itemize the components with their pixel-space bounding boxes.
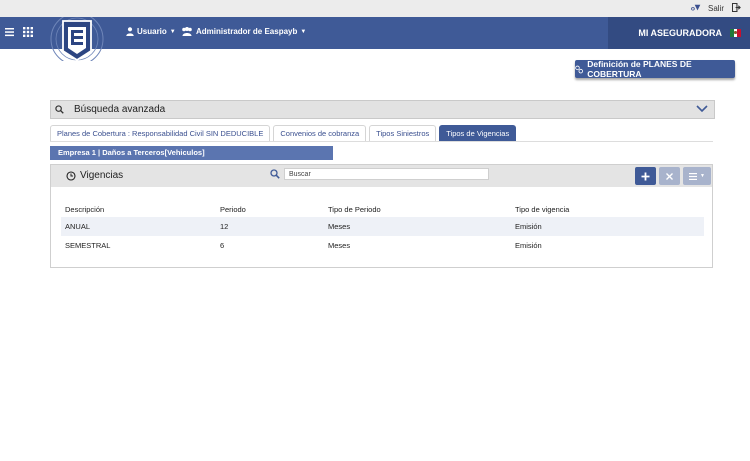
app-logo[interactable] (50, 17, 104, 61)
cell-description: SEMESTRAL (65, 241, 111, 250)
tabs-divider (50, 141, 713, 142)
panel-title: Vigencias (66, 170, 123, 181)
coverage-plans-definition-label: Definición de PLANES DE COBERTURA (587, 59, 692, 79)
users-group-icon (182, 27, 192, 36)
add-button[interactable] (635, 167, 656, 185)
chevron-down-icon[interactable] (696, 104, 708, 113)
top-strip: ₒ▾ Salir (0, 0, 750, 17)
help-dropdown-icon[interactable]: ₒ▾ (691, 2, 700, 13)
search-icon (270, 169, 280, 179)
panel-title-text: Vigencias (80, 170, 124, 181)
panel-header: Vigencias ▼ (51, 165, 712, 187)
exit-link[interactable]: Salir (708, 4, 724, 13)
plus-icon (641, 172, 650, 180)
admin-menu[interactable]: Administrador de Easpayb ▼ (181, 27, 306, 36)
main-navbar: Usuario ▼ Administrador de Easpayb ▼ MI … (0, 17, 750, 49)
table-header: Descripción Periodo Tipo de Periodo Tipo… (61, 201, 704, 218)
cell-period: 6 (220, 241, 225, 250)
cell-period-type: Meses (328, 241, 351, 250)
cell-validity-type: Emisión (515, 241, 542, 250)
column-header-description[interactable]: Descripción (65, 205, 104, 214)
user-menu-label: Usuario (137, 27, 167, 36)
table-row[interactable]: ANUAL 12 Meses Emisión (61, 217, 704, 236)
table-row[interactable]: SEMESTRAL 6 Meses Emisión (61, 236, 704, 255)
validity-panel: Vigencias ▼ Descripción Periodo (50, 164, 713, 268)
tab-bar: Planes de Cobertura : Responsabilidad Ci… (50, 125, 517, 141)
options-menu-button[interactable]: ▼ (683, 167, 711, 185)
cell-validity-type: Emisión (515, 222, 542, 231)
admin-menu-label: Administrador de Easpayb (196, 27, 298, 36)
company-subtab[interactable]: Empresa 1 | Daños a Terceros[Vehiculos] (50, 146, 333, 160)
cell-period-type: Meses (328, 222, 351, 231)
user-menu[interactable]: Usuario ▼ (126, 27, 176, 36)
hamburger-menu-icon[interactable] (5, 27, 14, 37)
tab-collection-agreements[interactable]: Convenios de cobranza (273, 125, 367, 141)
cell-description: ANUAL (65, 222, 91, 231)
chevron-down-icon: ▼ (300, 28, 307, 35)
chevron-down-icon: ▼ (169, 28, 176, 35)
logout-icon[interactable] (732, 3, 741, 12)
chevron-down-icon: ▼ (700, 173, 705, 179)
delete-button[interactable] (659, 167, 680, 185)
tab-validity-types[interactable]: Tipos de Vigencias (439, 125, 517, 141)
column-header-period-type[interactable]: Tipo de Periodo (328, 205, 381, 214)
user-icon (126, 27, 134, 36)
settings-icon (575, 65, 584, 73)
cell-period: 12 (220, 222, 229, 231)
apps-grid-icon[interactable] (23, 27, 33, 37)
column-header-validity-type[interactable]: Tipo de vigencia (515, 205, 569, 214)
tab-claim-types[interactable]: Tipos Siniestros (369, 125, 437, 141)
search-input[interactable] (284, 168, 489, 180)
column-header-period[interactable]: Periodo (220, 205, 246, 214)
coverage-plans-definition-button[interactable]: Definición de PLANES DE COBERTURA (575, 59, 735, 79)
list-menu-icon (689, 172, 698, 180)
advanced-search-title: Búsqueda avanzada (74, 104, 166, 115)
close-icon (666, 172, 673, 180)
tab-coverage-plan[interactable]: Planes de Cobertura : Responsabilidad Ci… (50, 125, 271, 141)
mexico-flag-icon[interactable] (730, 29, 742, 37)
table-search (270, 167, 495, 181)
clock-icon (66, 170, 76, 181)
company-name: MI ASEGURADORA (638, 28, 722, 38)
search-icon (55, 105, 64, 114)
advanced-search-bar[interactable]: Búsqueda avanzada (50, 100, 715, 119)
